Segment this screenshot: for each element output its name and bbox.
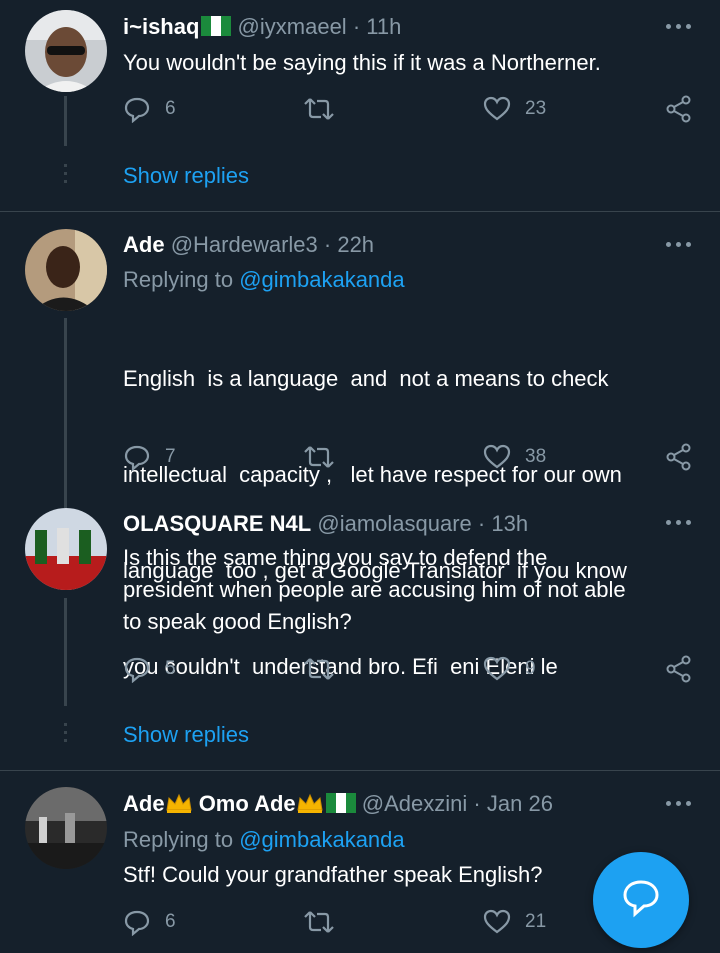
compose-icon: [623, 880, 659, 918]
reply-button[interactable]: 5: [123, 654, 176, 684]
tweet-2[interactable]: Ade @Hardewarle3 · 22h Replying to @gimb…: [0, 212, 720, 679]
more-icon[interactable]: [666, 799, 692, 807]
tweet-text-line: president when people are accusing him o…: [123, 577, 626, 602]
display-name[interactable]: OLASQUARE N4L: [123, 511, 311, 536]
tweet-header: OLASQUARE N4L @iamolasquare · 13h: [123, 511, 528, 537]
show-replies-link[interactable]: Show replies: [123, 163, 249, 189]
replying-label: Replying to: [123, 827, 234, 852]
thread-line: [64, 598, 67, 706]
reply-button[interactable]: 6: [123, 94, 176, 124]
retweet-icon: [304, 98, 334, 120]
compose-reply-button[interactable]: [593, 852, 689, 948]
like-count: 23: [525, 98, 547, 119]
tweet-header: i~ishaq @iyxmaeel · 11h: [123, 14, 401, 40]
thread-line: [64, 318, 67, 508]
tweet-actions: 6 23: [123, 94, 703, 124]
separator-dot: ·: [323, 232, 332, 257]
thread-line: [64, 96, 67, 146]
tweet-text-line: to speak good English?: [123, 609, 352, 634]
like-icon: [483, 444, 511, 469]
more-icon[interactable]: [666, 22, 692, 30]
tweet-text: You wouldn't be saying this if it was a …: [123, 50, 601, 75]
tweet-text-line: Is this the same thing you say to defend…: [123, 545, 548, 570]
tweet-header: Ade Omo Ade @Adexzini · Jan 26: [123, 791, 553, 817]
replying-label: Replying to: [123, 267, 234, 292]
reply-count: 5: [165, 658, 176, 679]
like-icon: [483, 909, 511, 934]
reply-icon: [124, 445, 150, 471]
like-count: 21: [525, 911, 547, 932]
avatar[interactable]: [25, 787, 107, 869]
display-name[interactable]: i~ishaq: [123, 14, 199, 39]
like-button[interactable]: 21: [483, 907, 546, 937]
separator-dot: ·: [473, 791, 481, 816]
like-icon: [483, 656, 511, 681]
tweet-text: Is this the same thing you say to defend…: [123, 542, 703, 638]
show-replies-link[interactable]: Show replies: [123, 722, 249, 748]
retweet-button[interactable]: [303, 94, 335, 124]
reply-icon: [124, 657, 150, 683]
crown-icon: [165, 792, 193, 814]
display-name-part: Omo Ade: [198, 791, 296, 816]
share-icon: [666, 443, 691, 471]
retweet-button[interactable]: [303, 654, 335, 684]
display-name[interactable]: Ade Omo Ade: [123, 791, 356, 816]
user-handle[interactable]: @Hardewarle3: [171, 232, 318, 257]
user-handle[interactable]: @iamolasquare: [317, 511, 471, 536]
share-button[interactable]: [665, 94, 693, 124]
reply-count: 6: [165, 911, 176, 932]
retweet-button[interactable]: [303, 442, 335, 472]
like-count: 38: [525, 446, 547, 467]
like-button[interactable]: 38: [483, 442, 546, 472]
retweet-icon: [304, 911, 334, 933]
separator-dot: ·: [477, 511, 486, 536]
timestamp[interactable]: 11h: [366, 14, 401, 39]
avatar[interactable]: [25, 229, 107, 311]
replying-to: Replying to @gimbakakanda: [123, 267, 405, 293]
reply-count: 6: [165, 98, 176, 119]
share-button[interactable]: [665, 654, 693, 684]
nigeria-flag-icon: [201, 16, 232, 36]
timestamp[interactable]: 22h: [337, 232, 374, 257]
mention-link[interactable]: @gimbakakanda: [239, 827, 404, 852]
tweet-3[interactable]: OLASQUARE N4L @iamolasquare · 13h Is thi…: [0, 508, 720, 770]
like-button[interactable]: 9: [483, 654, 536, 684]
retweet-icon: [304, 446, 334, 468]
tweet-header: Ade @Hardewarle3 · 22h: [123, 232, 374, 258]
like-button[interactable]: 23: [483, 94, 546, 124]
user-handle[interactable]: @iyxmaeel: [238, 14, 347, 39]
mention-link[interactable]: @gimbakakanda: [239, 267, 404, 292]
thread-dots: [64, 723, 67, 747]
share-button[interactable]: [665, 442, 693, 472]
reply-icon: [124, 97, 150, 123]
like-count: 9: [525, 658, 536, 679]
separator-dot: ·: [352, 14, 361, 39]
nigeria-flag-icon: [325, 793, 356, 813]
retweet-icon: [304, 658, 334, 680]
avatar[interactable]: [25, 10, 107, 92]
share-icon: [666, 655, 691, 683]
crown-icon: [296, 792, 324, 814]
timestamp[interactable]: 13h: [491, 511, 528, 536]
more-icon[interactable]: [666, 518, 692, 526]
display-name[interactable]: Ade: [123, 232, 165, 257]
retweet-button[interactable]: [303, 907, 335, 937]
tweet-text-line: English is a language and not a means to…: [123, 366, 609, 391]
thread-dots: [64, 164, 67, 188]
reply-icon: [124, 910, 150, 936]
display-name-part: Ade: [123, 791, 165, 816]
reply-button[interactable]: 7: [123, 442, 176, 472]
reply-count: 7: [165, 446, 176, 467]
avatar[interactable]: [25, 508, 107, 590]
tweet-actions: 5 9: [123, 654, 703, 684]
more-icon[interactable]: [666, 240, 692, 248]
like-icon: [483, 96, 511, 121]
tweet-1[interactable]: i~ishaq @iyxmaeel · 11h You wouldn't be …: [0, 0, 720, 212]
tweet-actions: 7 38: [123, 442, 703, 472]
share-icon: [666, 95, 691, 123]
timestamp[interactable]: Jan 26: [487, 791, 553, 816]
replying-to: Replying to @gimbakakanda: [123, 827, 405, 853]
reply-button[interactable]: 6: [123, 907, 176, 937]
user-handle[interactable]: @Adexzini: [362, 791, 468, 816]
